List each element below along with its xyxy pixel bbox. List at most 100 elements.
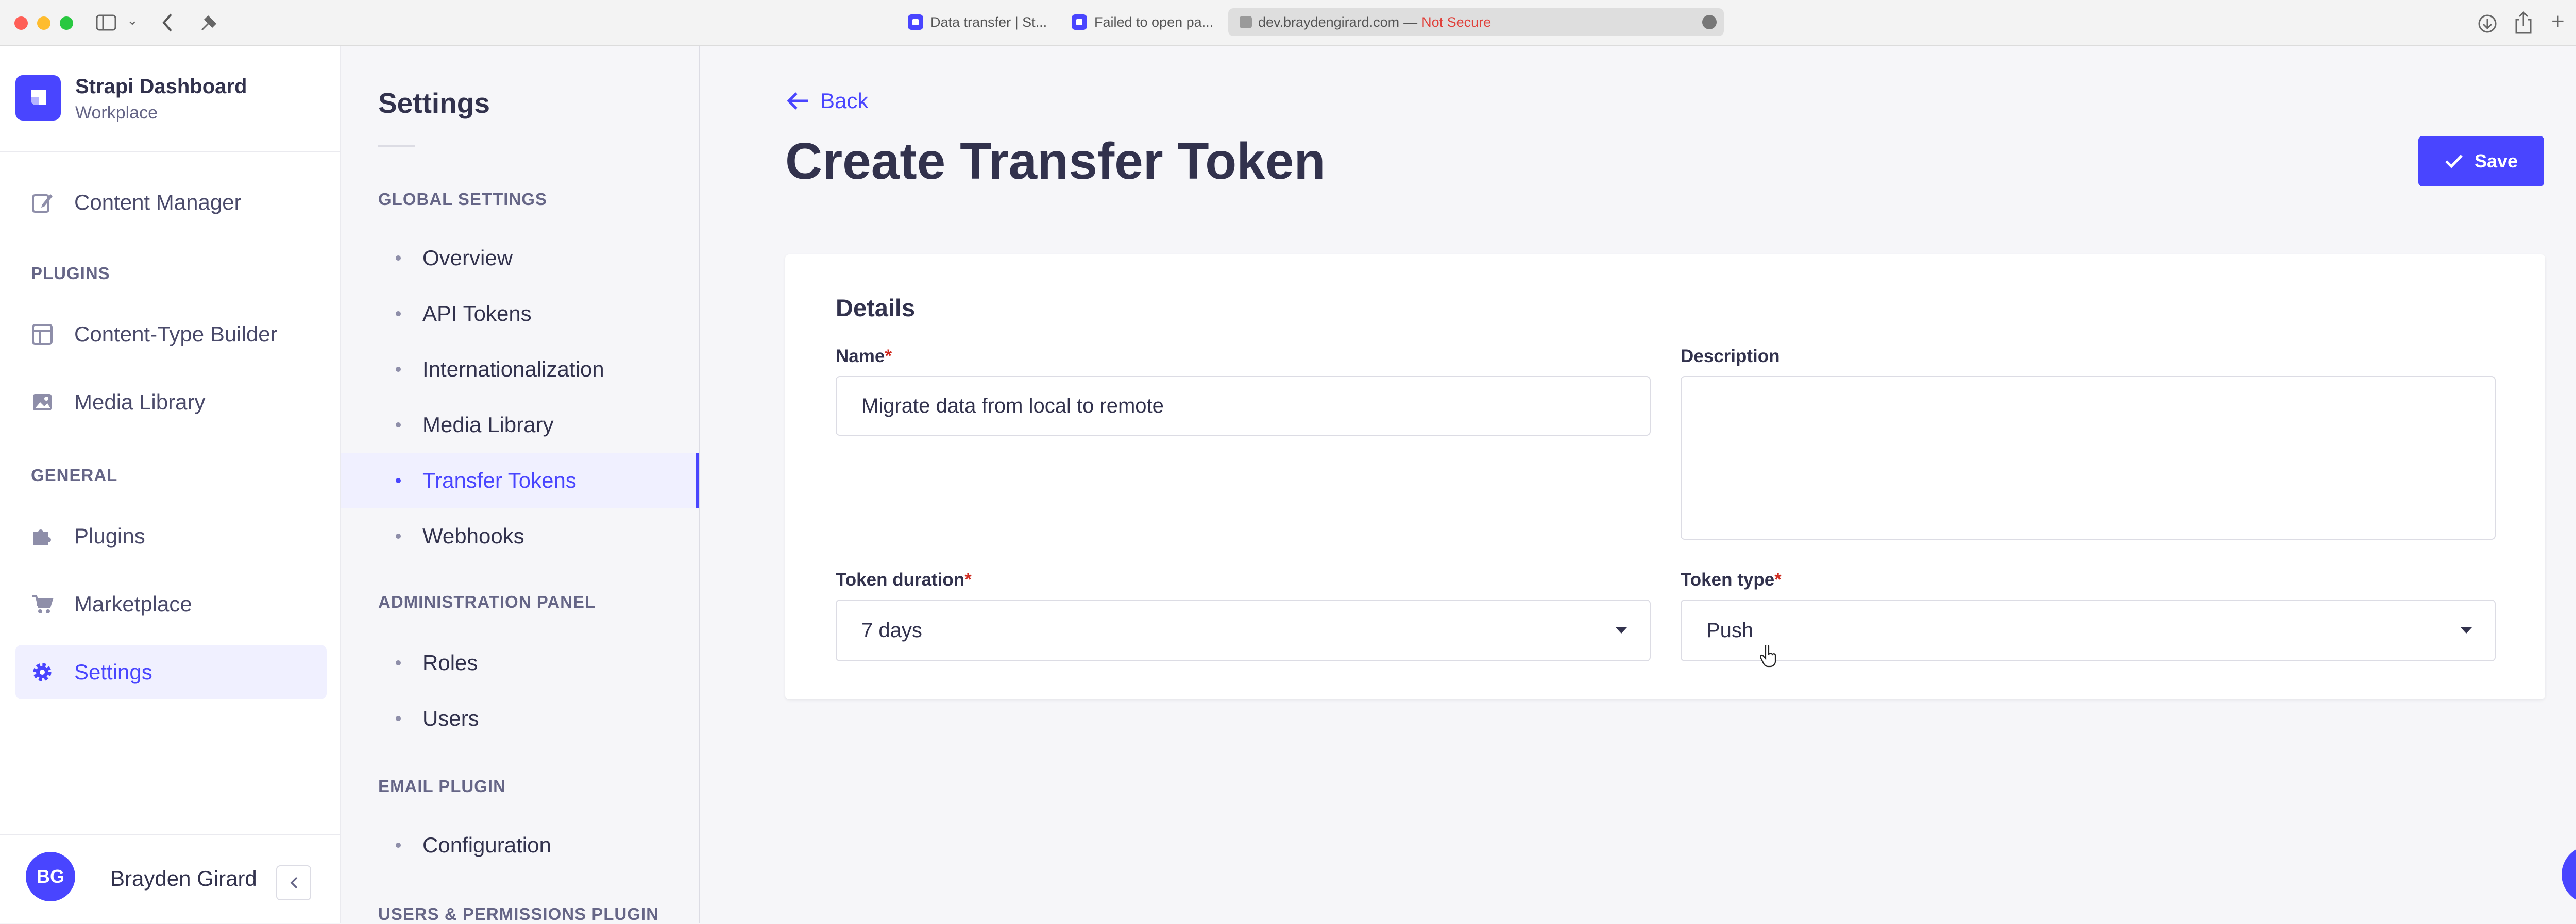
- caret-down-icon: [1616, 627, 1627, 634]
- minimize-window-button[interactable]: [37, 16, 50, 30]
- share-icon[interactable]: [2514, 11, 2533, 37]
- bullet: [396, 716, 401, 721]
- bullet: [396, 660, 401, 665]
- settings-item-webhooks[interactable]: Webhooks: [341, 509, 699, 563]
- settings-item-roles[interactable]: Roles: [341, 636, 699, 690]
- nav-label: Settings: [74, 660, 152, 684]
- address-bar[interactable]: dev.braydengirard.com — Not Secure: [1228, 8, 1724, 36]
- user-name[interactable]: Brayden Girard: [110, 866, 257, 891]
- nav-label: Plugins: [74, 524, 145, 548]
- arrow-left-icon: [787, 92, 808, 110]
- new-tab-icon[interactable]: +: [2551, 10, 2565, 33]
- nav-item-settings[interactable]: Settings: [15, 645, 327, 699]
- nav-label: Content-Type Builder: [74, 322, 278, 346]
- workspace-name: Workplace: [75, 103, 158, 123]
- bullet: [396, 311, 401, 316]
- bullet: [396, 478, 401, 483]
- required-mark: *: [885, 346, 892, 366]
- plugins-section-heading: PLUGINS: [31, 264, 110, 283]
- description-field[interactable]: [1681, 376, 2496, 540]
- token-duration-value: 7 days: [861, 619, 922, 642]
- downloads-icon[interactable]: [2477, 13, 2498, 37]
- token-type-label-text: Token type: [1681, 570, 1775, 590]
- tab-title: Data transfer | St...: [930, 14, 1047, 30]
- settings-item-transfer-tokens[interactable]: Transfer Tokens: [341, 453, 699, 508]
- nav-item-content-type-builder[interactable]: Content-Type Builder: [15, 307, 327, 362]
- app-name: Strapi Dashboard: [75, 75, 247, 98]
- nav-label: Media Library: [74, 390, 206, 414]
- global-settings-heading: GLOBAL SETTINGS: [378, 190, 547, 209]
- bullet: [396, 843, 401, 848]
- required-mark: *: [964, 570, 972, 590]
- back-link[interactable]: Back: [785, 89, 868, 113]
- nav-item-marketplace[interactable]: Marketplace: [15, 577, 327, 631]
- bullet: [396, 422, 401, 427]
- settings-item-label: Media Library: [422, 413, 554, 437]
- save-button[interactable]: Save: [2418, 136, 2544, 186]
- image-icon: [31, 391, 54, 414]
- required-mark: *: [1774, 570, 1782, 590]
- divider: [378, 145, 415, 147]
- hand-cursor-icon: [1759, 643, 1777, 670]
- maximize-window-button[interactable]: [60, 16, 73, 30]
- check-icon: [2445, 155, 2463, 168]
- bullet: [396, 255, 401, 261]
- administration-panel-heading: ADMINISTRATION PANEL: [378, 592, 596, 611]
- settings-title: Settings: [378, 87, 490, 119]
- settings-item-users[interactable]: Users: [341, 691, 699, 746]
- divider: [0, 151, 340, 152]
- token-duration-select[interactable]: 7 days: [836, 600, 1651, 661]
- caret-down-icon: [2461, 627, 2472, 634]
- nav-item-plugins[interactable]: Plugins: [15, 509, 327, 563]
- collapse-nav-button[interactable]: [276, 865, 311, 900]
- name-label-text: Name: [836, 346, 885, 366]
- settings-item-label: Configuration: [422, 833, 551, 857]
- save-label: Save: [2474, 150, 2518, 172]
- token-duration-label: Token duration*: [836, 570, 972, 590]
- strapi-logo: [15, 75, 61, 121]
- tab-title: Failed to open pa...: [1094, 14, 1214, 30]
- settings-item-configuration[interactable]: Configuration: [341, 818, 699, 872]
- chevron-left-icon: [290, 877, 298, 889]
- settings-item-label: Transfer Tokens: [422, 468, 577, 492]
- nav-item-content-manager[interactable]: Content Manager: [15, 175, 327, 230]
- strapi-favicon-icon: [908, 14, 923, 30]
- address-domain: dev.braydengirard.com: [1258, 14, 1400, 30]
- settings-item-overview[interactable]: Overview: [341, 231, 699, 285]
- browser-tab[interactable]: Data transfer | St...: [900, 8, 1052, 36]
- settings-item-label: API Tokens: [422, 301, 532, 326]
- help-button[interactable]: ?: [2562, 846, 2576, 903]
- not-secure-label: Not Secure: [1421, 14, 1492, 30]
- layout-icon: [31, 323, 54, 346]
- settings-item-internationalization[interactable]: Internationalization: [341, 342, 699, 397]
- name-label: Name*: [836, 346, 892, 367]
- settings-item-label: Webhooks: [422, 524, 524, 548]
- users-permissions-heading: USERS & PERMISSIONS PLUGIN: [378, 904, 659, 923]
- nav-label: Marketplace: [74, 592, 192, 616]
- name-field[interactable]: Migrate data from local to remote: [836, 376, 1651, 436]
- browser-tab[interactable]: Failed to open pa...: [1063, 8, 1216, 36]
- avatar[interactable]: BG: [26, 852, 75, 901]
- more-options-icon[interactable]: [1702, 15, 1717, 29]
- token-type-value: Push: [1706, 619, 1754, 642]
- browser-toolbar: ⌄ Data transfer | St... Failed to open p…: [0, 0, 2576, 46]
- back-nav-icon[interactable]: [161, 12, 173, 36]
- nav-label: Content Manager: [74, 190, 242, 214]
- nav-item-media-library[interactable]: Media Library: [15, 375, 327, 430]
- page-title: Create Transfer Token: [785, 132, 1326, 190]
- close-window-button[interactable]: [14, 16, 28, 30]
- settings-item-label: Roles: [422, 651, 478, 675]
- back-label: Back: [820, 89, 869, 113]
- settings-item-media-library[interactable]: Media Library: [341, 398, 699, 452]
- strapi-favicon-icon: [1072, 14, 1087, 30]
- token-type-select[interactable]: Push: [1681, 600, 2496, 661]
- details-heading: Details: [836, 294, 916, 321]
- cart-icon: [31, 593, 54, 615]
- sidebar-toggle-icon[interactable]: [96, 14, 116, 31]
- gear-icon: [31, 661, 54, 683]
- settings-item-label: Users: [422, 706, 479, 730]
- settings-item-api-tokens[interactable]: API Tokens: [341, 286, 699, 341]
- bullet: [396, 367, 401, 372]
- chevron-down-icon[interactable]: ⌄: [127, 13, 138, 27]
- extension-icon[interactable]: [199, 12, 221, 36]
